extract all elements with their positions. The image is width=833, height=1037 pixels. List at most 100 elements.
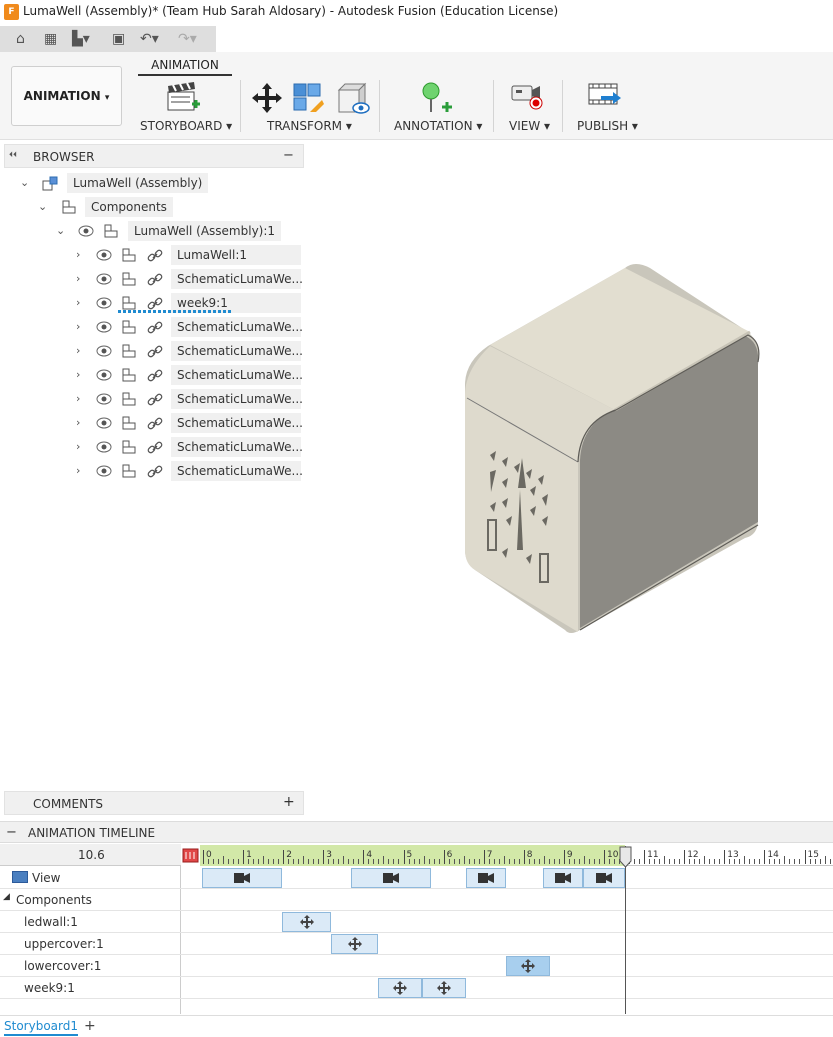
animation-clip[interactable] [282,912,331,932]
collapse-triangle-icon[interactable]: ◢ [3,892,10,902]
tree-item[interactable]: › SchematicLumaWe... [0,461,304,481]
chevron-right-icon[interactable]: › [76,344,80,357]
animation-clip[interactable] [506,956,550,976]
visibility-eye-icon[interactable] [96,369,112,381]
timeline-row[interactable] [0,933,833,955]
move-icon[interactable] [251,82,283,114]
chevron-right-icon[interactable]: › [76,464,80,477]
animation-clip[interactable] [583,868,625,888]
tree-item[interactable]: › SchematicLumaWe... [0,437,304,457]
tree-item[interactable]: › SchematicLumaWe... [0,413,304,433]
add-storyboard-button[interactable]: + [84,1018,96,1034]
callout-icon[interactable] [420,82,454,114]
redo-icon[interactable]: ↷▾ [178,30,197,48]
workspace-label: ANIMATION [23,89,101,103]
camera-view-icon[interactable] [510,82,544,112]
visibility-eye-icon[interactable] [96,393,112,405]
chevron-right-icon[interactable]: › [76,416,80,429]
timeline-row[interactable] [0,955,833,977]
home-icon[interactable]: ⌂ [16,30,25,48]
animation-clip[interactable] [351,868,431,888]
tree-components[interactable]: ⌄ Components [0,197,300,217]
chevron-right-icon[interactable]: › [76,320,80,333]
save-icon[interactable]: ▣ [112,30,125,48]
minimize-icon[interactable]: − [283,148,294,163]
ruler-minor-tick [774,859,776,864]
ruler-minor-tick [493,859,495,864]
view-menu[interactable]: VIEW ▾ [509,119,550,133]
animation-clip[interactable] [466,868,506,888]
model-viewport[interactable] [440,250,780,650]
file-icon[interactable]: ▙▾ [72,30,90,48]
show-hide-icon[interactable] [335,82,371,116]
storyboard-menu[interactable]: STORYBOARD ▾ [140,119,232,133]
ruler-minor-tick [694,859,696,864]
tab-animation[interactable]: ANIMATION [138,58,232,76]
publish-video-icon[interactable] [587,82,623,112]
ruler-minor-tick [303,856,305,864]
visibility-eye-icon[interactable] [96,465,112,477]
tree-label: SchematicLumaWe... [171,413,303,433]
tree-item[interactable]: › SchematicLumaWe... [0,269,304,289]
tree-item[interactable]: › LumaWell:1 [0,245,304,265]
undo-icon[interactable]: ↶▾ [140,30,159,48]
chevron-right-icon[interactable]: › [76,368,80,381]
tree-label: SchematicLumaWe... [171,461,303,481]
delete-key-icon[interactable] [182,848,199,863]
timeline-row[interactable] [0,911,833,933]
chevron-down-icon[interactable]: ⌄ [20,176,29,189]
ruler-minor-tick [458,859,460,864]
tree-root[interactable]: ⌄ LumaWell (Assembly) [0,173,300,193]
ruler-minor-tick [794,859,796,864]
visibility-eye-icon[interactable] [78,225,94,237]
ruler-minor-tick [498,859,500,864]
transform-menu[interactable]: TRANSFORM ▾ [267,119,352,133]
collapse-panel-icon[interactable]: ⏴⏴ [9,150,17,160]
visibility-eye-icon[interactable] [96,417,112,429]
animation-clip[interactable] [378,978,422,998]
add-comment-button[interactable]: + [283,794,295,810]
ruler-minor-tick [428,859,430,864]
grid-icon[interactable]: ▦ [44,30,57,48]
tree-item[interactable]: › SchematicLumaWe... [0,317,304,337]
playhead-handle-icon[interactable] [619,846,632,868]
ruler-minor-tick [348,859,350,864]
animation-clip[interactable] [543,868,583,888]
ruler-minor-tick [784,856,786,864]
chevron-right-icon[interactable]: › [76,272,80,285]
playhead[interactable] [625,846,626,1014]
publish-menu[interactable]: PUBLISH ▾ [577,119,638,133]
chevron-down-icon[interactable]: ⌄ [38,200,47,213]
tree-item[interactable]: › SchematicLumaWe... [0,389,304,409]
ruler-minor-tick [268,859,270,864]
align-components-icon[interactable] [292,82,326,114]
chevron-right-icon[interactable]: › [76,248,80,261]
storyboard-icon[interactable] [166,82,200,114]
chevron-down-icon[interactable]: ⌄ [56,224,65,237]
visibility-eye-icon[interactable] [96,297,112,309]
comments-header: COMMENTS + [4,791,304,815]
visibility-eye-icon[interactable] [96,345,112,357]
tab-storyboard1[interactable]: Storyboard1 [4,1019,78,1036]
ruler-minor-tick [749,859,751,864]
tree-subassembly[interactable]: ⌄ LumaWell (Assembly):1 [0,221,300,241]
tree-item[interactable]: › SchematicLumaWe... [0,365,304,385]
visibility-eye-icon[interactable] [96,273,112,285]
timeline-row[interactable] [0,889,833,911]
animation-clip[interactable] [202,868,282,888]
workspace-switcher[interactable]: ANIMATION ▾ [11,66,122,126]
ruler-minor-tick [593,859,595,864]
browser-header: ⏴⏴ BROWSER − [4,144,304,168]
visibility-eye-icon[interactable] [96,441,112,453]
tree-item[interactable]: › SchematicLumaWe... [0,341,304,361]
annotation-menu[interactable]: ANNOTATION ▾ [394,119,482,133]
animation-clip[interactable] [331,934,378,954]
animation-clip[interactable] [422,978,466,998]
ruler-minor-tick [779,859,781,864]
chevron-right-icon[interactable]: › [76,296,80,309]
chevron-right-icon[interactable]: › [76,392,80,405]
collapse-timeline-button[interactable]: − [6,825,17,840]
chevron-right-icon[interactable]: › [76,440,80,453]
visibility-eye-icon[interactable] [96,321,112,333]
visibility-eye-icon[interactable] [96,249,112,261]
